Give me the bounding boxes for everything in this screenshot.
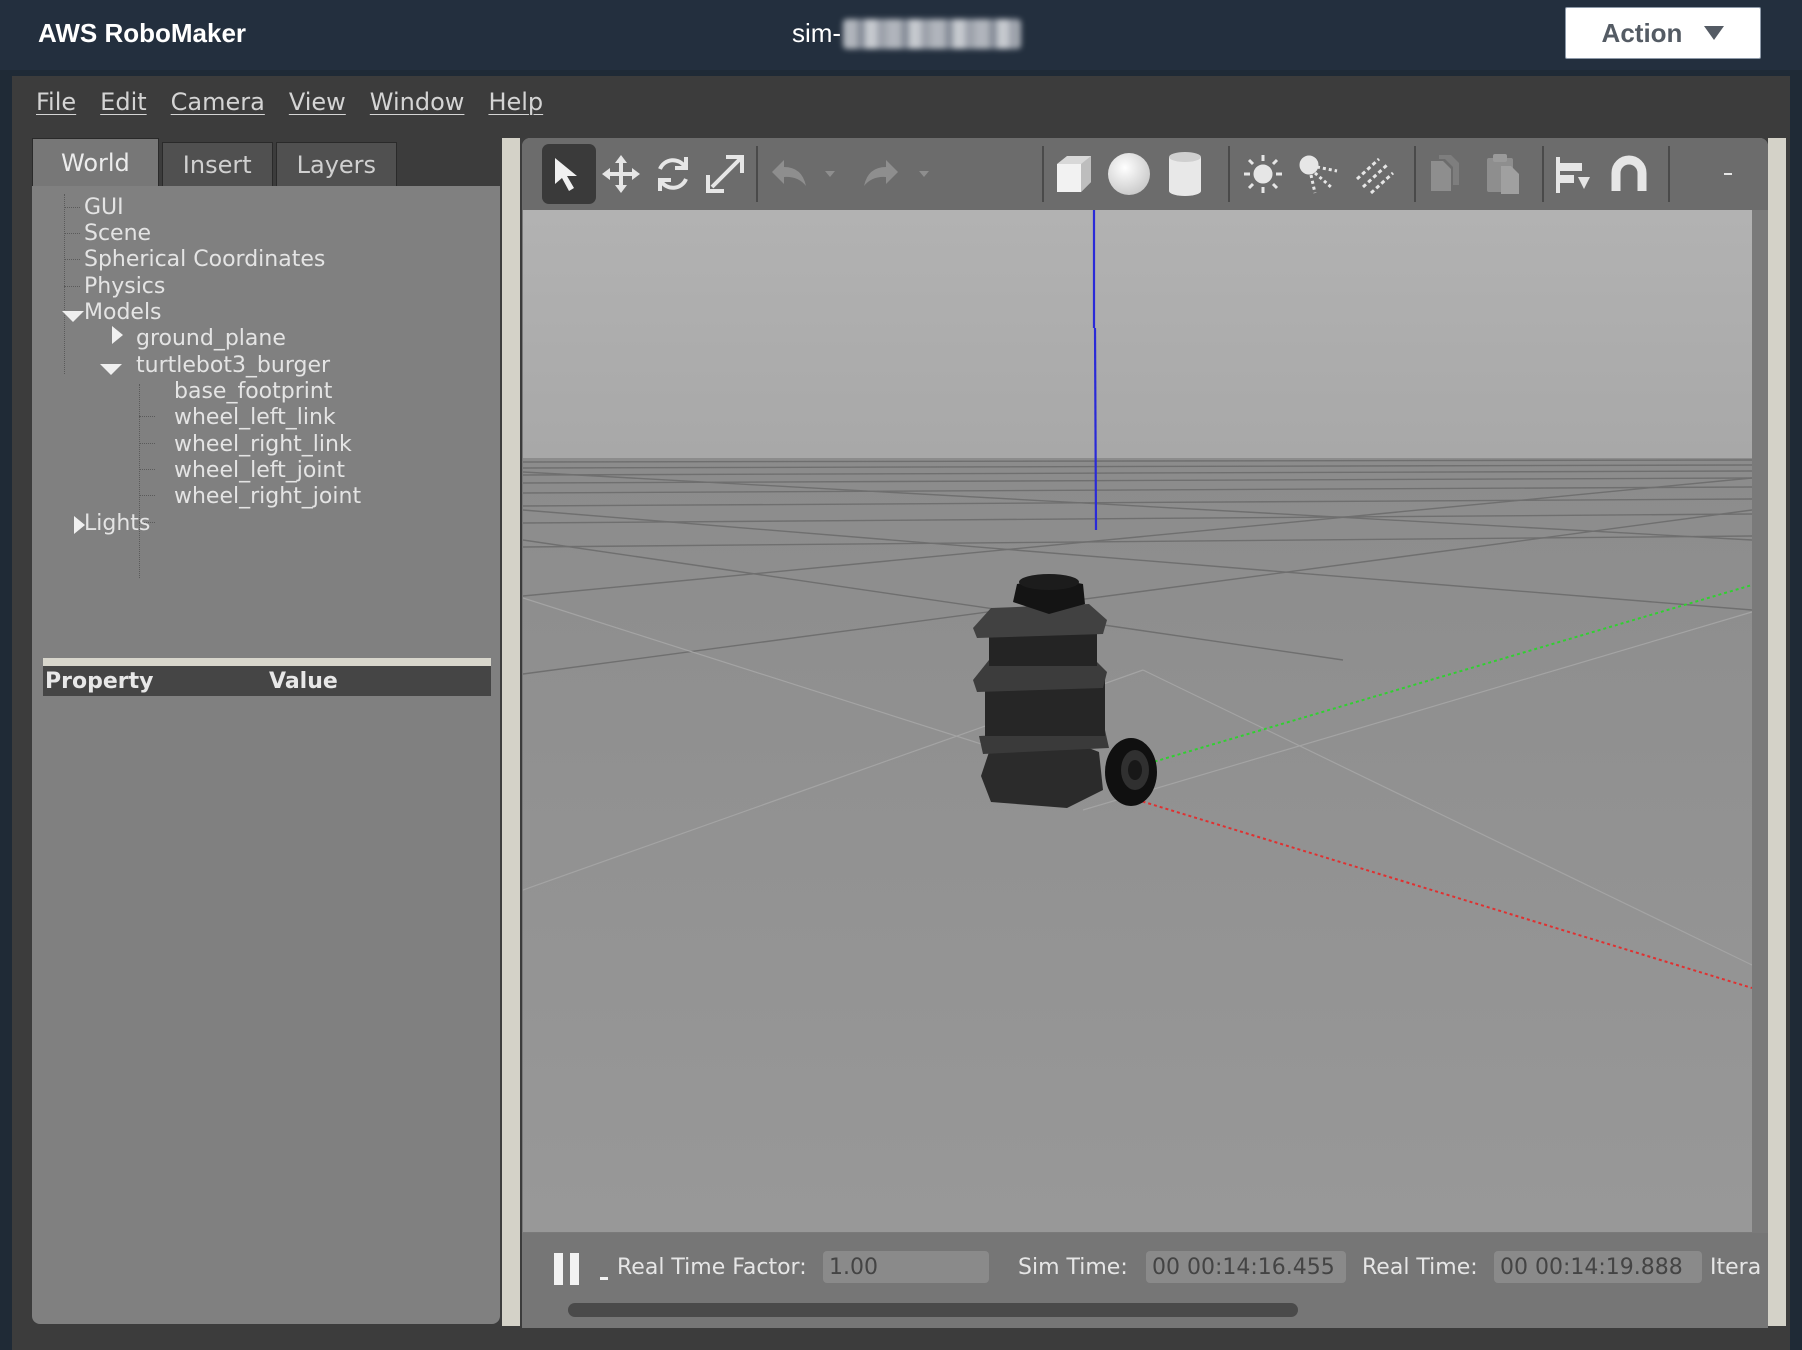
tab-layers[interactable]: Layers [275,142,398,186]
property-table-header: Property Value [43,666,491,696]
paste-icon[interactable] [1476,144,1530,204]
tree-connector [139,443,155,444]
panel-splitter[interactable] [502,138,520,1326]
menu-bar: File Edit Camera View Window Help [12,76,1802,128]
undo-icon[interactable] [762,144,816,204]
gazebo-window: File Edit Camera View Window Help World … [12,76,1790,1350]
property-column-header: Property [45,668,154,694]
value-column-header: Value [269,668,338,694]
left-panel-tabs: World Insert Layers [32,138,400,186]
tree-connector [139,469,155,470]
tree-item-lights[interactable]: Lights [84,510,150,536]
scene-toolbar [522,138,1768,210]
toolbar-separator [1542,146,1544,202]
collapse-arrow-icon[interactable] [112,326,123,344]
real-time-factor-label: Real Time Factor: [617,1255,807,1280]
menu-window[interactable]: Window [358,88,477,116]
action-dropdown-button[interactable]: Action [1565,7,1761,59]
scale-icon[interactable] [698,144,752,204]
rotate-icon[interactable] [646,144,700,204]
tree-item-turtlebot3-burger[interactable]: turtlebot3_burger [136,352,330,378]
tree-item-models[interactable]: Models [84,299,162,325]
directional-light-icon[interactable] [1348,144,1402,204]
align-icon[interactable] [1546,144,1600,204]
toolbar-separator [1228,146,1230,202]
sim-time-label: Sim Time: [1018,1255,1128,1280]
tree-item-gui[interactable]: GUI [84,194,124,220]
toolbar-separator [1042,146,1044,202]
tree-item-spherical-coordinates[interactable]: Spherical Coordinates [84,246,325,272]
horizontal-scrollbar[interactable] [568,1303,1298,1317]
toolbar-separator [1414,146,1416,202]
step-icon[interactable] [600,1277,608,1280]
tree-item-scene[interactable]: Scene [84,220,151,246]
redacted-simulation-id [843,18,1022,49]
tab-world[interactable]: World [32,138,159,186]
tree-connector [64,194,65,374]
tree-item-base-footprint[interactable]: base_footprint [174,378,332,404]
snap-magnet-icon[interactable] [1602,144,1656,204]
world-panel: GUI Scene Spherical Coordinates Physics … [32,186,500,1324]
tree-connector [139,416,155,417]
simulation-name-prefix: sim- [792,18,842,48]
pause-icon[interactable] [554,1253,580,1285]
sky-background [523,210,1752,458]
tree-item-wheel-right-joint[interactable]: wheel_right_joint [174,483,361,509]
menu-help[interactable]: Help [476,88,555,116]
select-arrow-icon[interactable] [542,144,596,204]
tree-connector [64,233,80,234]
toolbar-separator [1668,146,1670,202]
ground-plane [523,458,1752,1232]
sphere-shape-icon[interactable] [1102,144,1156,204]
spot-light-icon[interactable] [1292,144,1346,204]
cylinder-shape-icon[interactable] [1158,144,1212,204]
caret-down-icon [1704,26,1725,40]
right-panel-edge[interactable] [1768,138,1786,1326]
z-axis [1093,327,1098,531]
copy-icon[interactable] [1418,144,1472,204]
undo-dropdown-icon[interactable] [818,144,842,204]
toolbar-separator [756,146,758,202]
menu-edit[interactable]: Edit [88,88,158,116]
scene-panel: Real Time Factor: 1.00 Sim Time: 00 00:1… [522,138,1768,1328]
redo-icon[interactable] [854,144,908,204]
tree-connector [64,259,80,260]
action-button-label: Action [1601,17,1683,48]
box-shape-icon[interactable] [1046,144,1100,204]
simulation-name: sim- [792,18,1022,49]
point-light-icon[interactable] [1236,144,1290,204]
tree-item-ground-plane[interactable]: ground_plane [136,325,286,351]
3d-viewport[interactable] [523,210,1752,1232]
tree-connector [64,286,80,287]
translate-icon[interactable] [594,144,648,204]
divider[interactable] [43,658,491,666]
menu-camera[interactable]: Camera [159,88,277,116]
tree-item-physics[interactable]: Physics [84,273,165,299]
tree-item-wheel-left-link[interactable]: wheel_left_link [174,404,336,430]
tab-insert[interactable]: Insert [161,142,273,186]
aws-header: AWS RoboMaker sim- Action [0,0,1802,70]
iterations-label: Itera [1710,1255,1762,1280]
real-time-label: Real Time: [1362,1255,1478,1280]
tree-connector [64,207,80,208]
toolbar-overflow-icon[interactable] [1708,144,1748,204]
menu-view[interactable]: View [277,88,358,116]
real-time-factor-value: 1.00 [823,1251,989,1283]
tree-connector [139,495,155,496]
sim-time-value: 00 00:14:16.455 [1146,1251,1346,1283]
redo-dropdown-icon[interactable] [912,144,936,204]
simulation-status-bar: Real Time Factor: 1.00 Sim Time: 00 00:1… [522,1233,1768,1328]
expand-arrow-icon[interactable] [100,364,122,375]
tree-item-wheel-right-link[interactable]: wheel_right_link [174,431,352,457]
tree-connector [139,384,140,578]
property-table: Property Value [43,658,491,696]
aws-robomaker-title: AWS RoboMaker [38,18,247,48]
real-time-value: 00 00:14:19.888 [1494,1251,1702,1283]
menu-file[interactable]: File [24,88,88,116]
expand-arrow-icon[interactable] [62,311,84,322]
tree-item-wheel-left-joint[interactable]: wheel_left_joint [174,457,345,483]
